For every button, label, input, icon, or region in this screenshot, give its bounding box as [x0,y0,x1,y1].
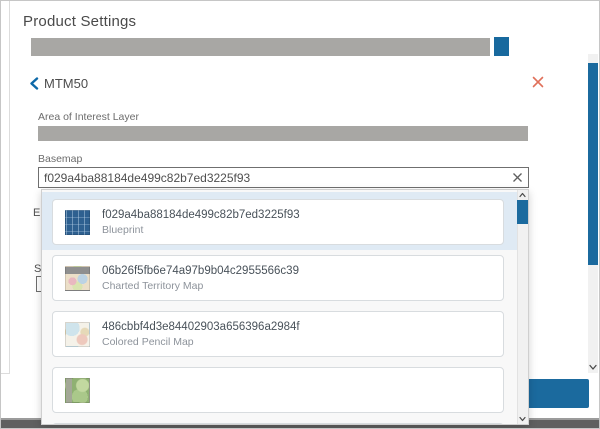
hidden-field-label-fragment-e: E [33,207,40,219]
close-icon[interactable] [532,76,544,88]
option-text: 06b26f5fb6e74a97b9b04c2955566c39 Charted… [102,265,299,292]
map-thumbnail-colored-pencil-icon [65,322,90,347]
main-scrollbar-thumb[interactable] [588,63,598,265]
back-link-label: MTM50 [44,76,88,91]
basemap-option-colored-pencil[interactable]: 486cbbf4d3e84402903a656396a2984f Colored… [52,311,504,357]
primary-action-button[interactable] [524,379,589,408]
option-text: f029a4ba88184de499c82b7ed3225f93 Bluepri… [102,209,300,236]
chevron-down-icon[interactable] [519,416,526,422]
option-id: f029a4ba88184de499c82b7ed3225f93 [102,209,300,221]
back-link[interactable]: MTM50 [29,75,88,91]
dropdown-scrollbar-track[interactable] [517,190,528,424]
option-id: 486cbbf4d3e84402903a656396a2984f [102,321,300,333]
map-thumbnail-blueprint-icon [65,210,90,235]
basemap-option-charted-territory[interactable]: 06b26f5fb6e74a97b9b04c2955566c39 Charted… [52,255,504,301]
chevron-left-icon [29,77,39,90]
option-id: 06b26f5fb6e74a97b9b04c2955566c39 [102,265,299,277]
panel-bottom-line [1,373,10,374]
option-name: Colored Pencil Map [102,336,300,348]
basemap-input[interactable] [38,167,529,188]
chevron-up-icon[interactable] [519,192,526,198]
basemap-option-partial[interactable] [52,423,504,425]
basemap-field-label: Basemap [38,153,82,165]
map-thumbnail-community-icon [65,378,90,403]
basemap-option-community[interactable] [52,367,504,413]
page-title: Product Settings [23,13,136,30]
placeholder-blue-square [494,37,509,56]
product-settings-dialog: Product Settings MTM50 Area of Interest … [0,0,600,429]
placeholder-bar-top [31,38,490,56]
basemap-dropdown: f029a4ba88184de499c82b7ed3225f93 Bluepri… [41,189,529,425]
option-text: 486cbbf4d3e84402903a656396a2984f Colored… [102,321,300,348]
option-name: Blueprint [102,224,300,236]
chevron-down-icon[interactable] [589,364,597,371]
clear-input-icon[interactable] [512,172,523,183]
option-name: Charted Territory Map [102,280,299,292]
panel-left-border [9,1,10,373]
dropdown-scrollbar-thumb[interactable] [517,200,528,224]
basemap-option-blueprint[interactable]: f029a4ba88184de499c82b7ed3225f93 Bluepri… [52,199,504,245]
aoi-placeholder-bar[interactable] [38,126,528,141]
aoi-field-label: Area of Interest Layer [38,111,139,123]
map-thumbnail-charted-territory-icon [65,266,90,291]
